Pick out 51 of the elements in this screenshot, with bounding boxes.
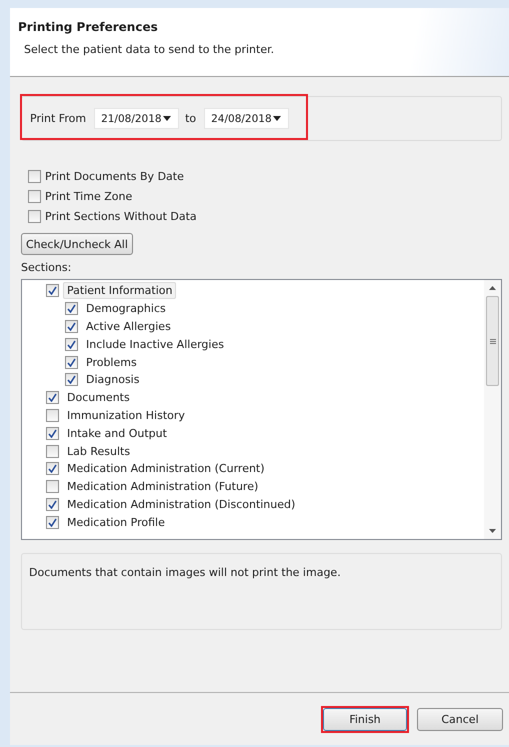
tree-item[interactable]: Intake and Output <box>63 424 171 442</box>
grip-icon <box>490 338 496 344</box>
tree-item[interactable]: Demographics <box>82 300 170 318</box>
tree-item[interactable]: Diagnosis <box>82 371 144 388</box>
dialog-title: Printing Preferences <box>18 20 159 34</box>
caret-icon <box>273 116 282 121</box>
checkbox[interactable] <box>65 373 78 386</box>
dialog-subtitle: Select the patient data to send to the printer. <box>24 43 276 56</box>
tree-item[interactable]: Immunization History <box>63 406 189 424</box>
sections-label: Sections: <box>21 261 72 274</box>
tree-item[interactable]: Medication Administration (Current) <box>63 460 269 478</box>
checkbox[interactable] <box>28 190 41 203</box>
print-from-label: Print From <box>30 112 86 125</box>
option-label: Print Documents By Date <box>45 170 184 183</box>
checkbox[interactable] <box>46 444 59 458</box>
cancel-button[interactable]: Cancel <box>417 708 503 730</box>
option-label: Print Sections Without Data <box>45 210 197 223</box>
check-all-button[interactable]: Check/Uncheck All <box>21 233 133 255</box>
checkbox[interactable] <box>46 516 59 529</box>
tree-item[interactable]: Documents <box>63 389 134 406</box>
checkbox[interactable] <box>46 408 59 422</box>
tree-item[interactable]: Lab Results <box>63 442 134 460</box>
tree-item[interactable]: Include Inactive Allergies <box>82 336 228 353</box>
checkbox[interactable] <box>46 391 59 404</box>
from-date-dropdown[interactable]: 21/08/2018 <box>94 108 180 129</box>
tree-item[interactable]: Medication Profile <box>63 514 169 531</box>
caret-icon <box>163 116 172 121</box>
note-text: Documents that contain images will not print the image. <box>29 566 341 579</box>
checkbox[interactable] <box>28 170 41 183</box>
checkbox[interactable] <box>65 356 78 369</box>
to-label: to <box>185 112 196 125</box>
scroll-up-icon[interactable] <box>489 286 496 290</box>
tree-item[interactable]: Medication Administration (Future) <box>63 478 262 496</box>
tree-item[interactable]: Problems <box>82 354 141 371</box>
checkbox[interactable] <box>46 284 59 298</box>
checkbox[interactable] <box>46 462 59 476</box>
checkbox[interactable] <box>65 320 78 333</box>
scrollbar[interactable] <box>484 280 501 539</box>
checkbox[interactable] <box>46 498 59 511</box>
to-date-dropdown[interactable]: 24/08/2018 <box>204 108 290 129</box>
checkbox[interactable] <box>46 426 59 440</box>
tree-item[interactable]: Patient Information <box>63 282 176 300</box>
tree-item[interactable]: Medication Administration (Discontinued) <box>63 496 300 513</box>
checkbox[interactable] <box>28 210 41 223</box>
finish-button[interactable]: Finish <box>323 708 407 730</box>
checkbox[interactable] <box>65 338 78 351</box>
scroll-down-icon[interactable] <box>489 529 496 533</box>
checkbox[interactable] <box>46 480 59 494</box>
option-label: Print Time Zone <box>45 190 132 203</box>
tree-item[interactable]: Active Allergies <box>82 318 175 335</box>
checkbox[interactable] <box>65 302 78 316</box>
